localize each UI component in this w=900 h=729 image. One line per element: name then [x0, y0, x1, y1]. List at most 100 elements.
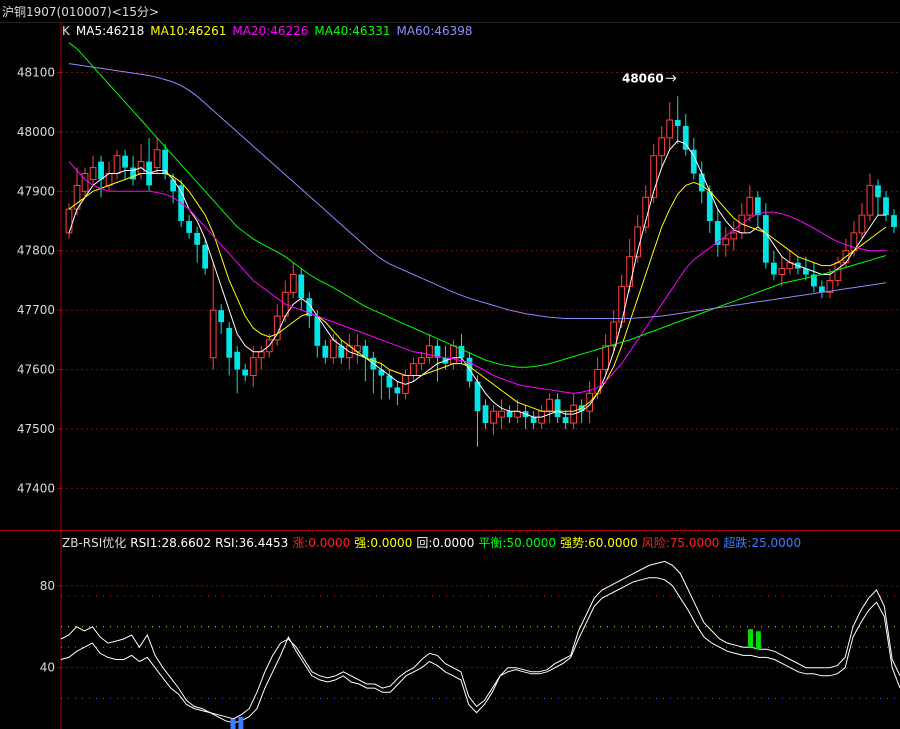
candle-body	[242, 369, 249, 376]
candle-body	[298, 274, 305, 299]
candle-body	[562, 417, 569, 424]
candle-body	[819, 286, 825, 293]
axis-layer: 47400 47500 47600 47700 47800 47900 48000 48100	[0, 22, 900, 729]
rsi-legend-item: 回:0.0000	[416, 536, 475, 550]
candle-body	[257, 351, 265, 359]
candle-body	[450, 345, 457, 365]
candle-body	[883, 197, 889, 216]
candle-body	[626, 256, 634, 287]
candle-body	[218, 310, 225, 323]
candle-body	[162, 149, 169, 174]
candle-body	[65, 208, 73, 234]
candle-body	[778, 268, 786, 276]
candle-body	[610, 321, 618, 347]
price-tick-label: 47900	[17, 184, 55, 198]
candle-body	[490, 410, 497, 424]
rsi-legend: ZB-RSI优化 RSI1:28.6602 RSI:36.4453 涨:0.0000 强…	[62, 534, 805, 551]
candle-body	[666, 119, 674, 139]
candle-body	[674, 120, 681, 126]
candle-body	[81, 173, 89, 192]
rsi-legend-item: 超跌:25.0000	[723, 536, 802, 550]
price-tick-label: 47800	[17, 244, 55, 258]
risk-marker	[748, 629, 754, 648]
rsi-legend-item: 强:0.0000	[354, 536, 413, 550]
candle-body	[554, 399, 561, 418]
candle-body	[170, 179, 177, 192]
candle-body	[98, 161, 104, 180]
candle-body	[891, 215, 897, 227]
rsi-legend-item: 风险:75.0000	[641, 536, 720, 550]
candle-body	[194, 232, 201, 245]
candle-body	[186, 221, 193, 233]
rsi-tick-label: 40	[40, 661, 55, 675]
rsi-layer: 40 80	[40, 560, 900, 729]
rsi-line	[60, 560, 900, 720]
legend-item: MA10:46261	[150, 24, 227, 38]
candle-body	[834, 262, 842, 281]
candle-body	[202, 244, 209, 269]
candle-body	[153, 149, 161, 169]
candles-layer	[65, 96, 897, 447]
rsi-legend-item: RSI:36.4453	[215, 536, 289, 550]
candle-body	[289, 274, 297, 293]
price-tick-label: 48000	[17, 125, 55, 139]
legend-item: MA40:46331	[314, 24, 391, 38]
price-legend: K MA5:46218 MA10:46261 MA20:46226 MA40:46331…	[62, 24, 479, 38]
legend-item: MA60:46398	[396, 24, 473, 38]
candle-body	[602, 345, 610, 371]
candle-body	[722, 238, 730, 246]
candlestick-chart: 47400 47500 47600 47700 47800 47900 48000 48100…	[0, 22, 900, 729]
oversold-marker	[230, 718, 236, 729]
candle-body	[770, 262, 777, 275]
ma-line-ma40	[68, 42, 887, 368]
candle-body	[113, 155, 121, 175]
price-tick-label: 47400	[17, 481, 55, 495]
price-tick-label: 47600	[17, 363, 55, 377]
candle-body	[618, 285, 626, 323]
candle-body	[322, 345, 329, 358]
rsi-tick-label: 80	[40, 579, 55, 593]
candle-body	[658, 137, 666, 157]
candle-body	[329, 339, 337, 359]
oversold-marker	[238, 716, 244, 729]
rsi-legend-item: 涨:0.0000	[292, 536, 351, 550]
legend-prefix: K	[62, 24, 70, 38]
candle-body	[866, 184, 874, 216]
candle-body	[746, 196, 754, 216]
candle-body	[482, 405, 489, 424]
candle-body	[858, 214, 866, 234]
rsi-legend-item: ZB-RSI优化	[62, 536, 127, 550]
candle-body	[506, 411, 513, 418]
high-annotation-label: 48060	[622, 71, 664, 85]
label-layer: 48060	[622, 71, 677, 85]
candle-body	[89, 167, 97, 180]
legend-item: MA5:46218	[75, 24, 145, 38]
candle-body	[762, 215, 769, 263]
candle-body	[426, 345, 433, 359]
candle-body	[209, 309, 217, 359]
candle-body	[458, 345, 465, 358]
candle-body	[474, 381, 481, 412]
candle-body	[730, 232, 738, 240]
candle-body	[226, 327, 233, 358]
candle-body	[875, 185, 881, 198]
rsi-legend-item: 强势:60.0000	[560, 536, 638, 550]
candle-body	[410, 363, 417, 377]
legend-item: MA20:46226	[232, 24, 309, 38]
candle-body	[234, 351, 241, 370]
candle-body	[698, 173, 705, 192]
candle-body	[122, 155, 128, 168]
price-tick-label: 47700	[17, 303, 55, 317]
candle-body	[249, 357, 257, 377]
rsi-legend-item: 平衡:50.0000	[478, 536, 557, 550]
candle-body	[546, 398, 553, 412]
candle-body	[314, 316, 321, 346]
candle-body	[530, 417, 537, 424]
price-tick-label: 48100	[17, 66, 55, 80]
candle-body	[394, 387, 401, 394]
candle-body	[418, 357, 425, 365]
ma-line-ma20	[68, 161, 886, 394]
price-tick-label: 47500	[17, 422, 55, 436]
rsi-legend-item: RSI1:28.6602	[130, 536, 212, 550]
risk-marker	[755, 631, 761, 650]
